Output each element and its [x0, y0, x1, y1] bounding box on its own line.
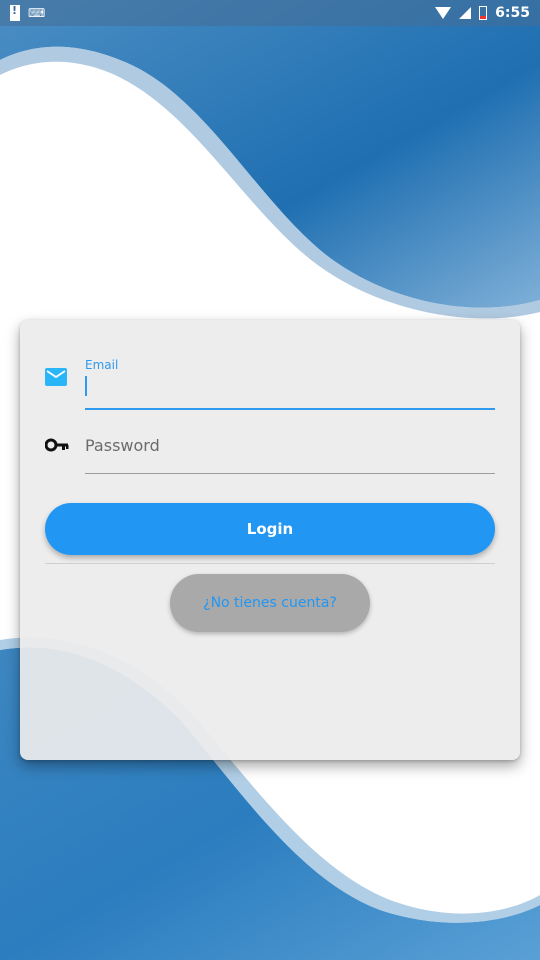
password-underline: [85, 473, 495, 474]
battery-icon: [479, 6, 488, 20]
signup-link-button[interactable]: ¿No tienes cuenta?: [170, 574, 370, 632]
status-bar: ⌨ 6:55: [0, 0, 540, 26]
wifi-icon: [435, 7, 452, 19]
signal-icon: [459, 7, 472, 19]
login-card: Email Password Login ¿No tienes cuenta?: [20, 320, 520, 760]
email-underline: [85, 408, 495, 410]
password-placeholder: Password: [85, 436, 160, 455]
password-field[interactable]: Password: [45, 424, 495, 474]
battery-alert-icon: [10, 4, 20, 21]
email-label: Email: [85, 358, 119, 372]
status-time: 6:55: [495, 5, 530, 21]
login-button[interactable]: Login: [45, 503, 495, 555]
keyboard-icon: ⌨: [28, 6, 45, 20]
email-field[interactable]: Email: [45, 352, 495, 410]
key-icon: [45, 438, 69, 452]
divider: [45, 563, 495, 564]
mail-icon: [45, 368, 67, 386]
text-cursor: [85, 376, 87, 396]
